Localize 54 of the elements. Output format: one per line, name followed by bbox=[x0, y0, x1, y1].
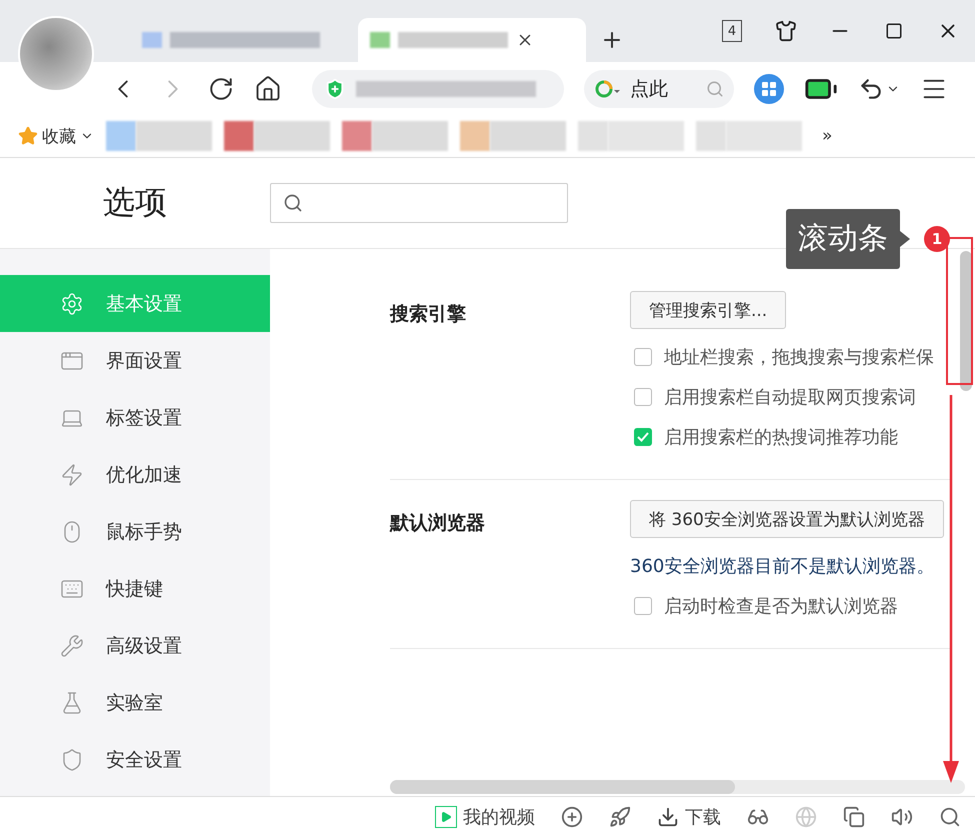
checkbox[interactable] bbox=[634, 388, 652, 406]
section-title: 默认浏览器 bbox=[390, 511, 486, 536]
sidebar-item[interactable]: 高级设置 bbox=[0, 617, 270, 674]
section-title: 搜索引擎 bbox=[390, 302, 467, 327]
step-badge: 1 bbox=[924, 226, 950, 252]
checkbox[interactable] bbox=[634, 597, 652, 615]
home-icon[interactable] bbox=[254, 74, 282, 102]
sidebar-item[interactable]: 实验室 bbox=[0, 674, 270, 731]
star-icon bbox=[18, 126, 38, 146]
section-button[interactable]: 管理搜索引擎... bbox=[630, 291, 786, 329]
lightning-icon bbox=[60, 462, 84, 486]
checkbox-label: 启用搜索栏自动提取网页搜索词 bbox=[664, 386, 916, 409]
speaker-icon[interactable] bbox=[891, 806, 913, 828]
search-field[interactable] bbox=[270, 183, 568, 223]
checkbox-label: 地址栏搜索，拖拽搜索与搜索栏保 bbox=[664, 346, 934, 369]
annotation-label: 滚动条 bbox=[786, 209, 900, 269]
search-box[interactable]: 点此 bbox=[584, 70, 734, 108]
checkbox-label: 启动时检查是否为默认浏览器 bbox=[664, 595, 898, 618]
options-title: 选项 bbox=[102, 182, 168, 223]
checkbox[interactable] bbox=[634, 428, 652, 446]
sidebar-item[interactable]: 快捷键 bbox=[0, 560, 270, 617]
checkbox[interactable] bbox=[634, 348, 652, 366]
maximize-icon[interactable] bbox=[885, 22, 903, 40]
reload-icon[interactable] bbox=[208, 76, 234, 102]
gear-icon bbox=[60, 292, 84, 316]
horizontal-scrollbar[interactable] bbox=[390, 780, 965, 794]
bookmark[interactable] bbox=[342, 121, 448, 151]
more-bookmarks[interactable]: » bbox=[822, 126, 832, 146]
windows-icon[interactable] bbox=[843, 806, 865, 828]
wrench-icon bbox=[60, 634, 84, 658]
download-button[interactable]: 下载 bbox=[657, 805, 721, 829]
apps-icon[interactable] bbox=[754, 74, 784, 104]
my-videos-button[interactable]: 我的视频 bbox=[435, 805, 535, 829]
bookmarks-label[interactable]: 收藏 bbox=[42, 124, 76, 148]
status-note: 360安全浏览器目前不是默认浏览器。 bbox=[630, 555, 936, 578]
sidebar-item[interactable]: 界面设置 bbox=[0, 332, 270, 389]
tooltip-pointer-icon bbox=[900, 231, 910, 247]
sidebar-item[interactable]: 优化加速 bbox=[0, 446, 270, 503]
scrollbar-thumb[interactable] bbox=[960, 251, 972, 391]
shirt-icon[interactable] bbox=[775, 20, 797, 42]
tab-count[interactable]: 4 bbox=[722, 20, 742, 42]
search-icon[interactable] bbox=[939, 806, 961, 828]
checkbox-label: 启用搜索栏的热搜词推荐功能 bbox=[664, 426, 898, 449]
add-icon[interactable] bbox=[561, 806, 583, 828]
download-icon bbox=[657, 806, 679, 828]
sidebar-item[interactable]: 安全设置 bbox=[0, 731, 270, 788]
rocket-icon[interactable] bbox=[609, 806, 631, 828]
sidebar-item[interactable]: 标签设置 bbox=[0, 389, 270, 446]
section-button[interactable]: 将 360安全浏览器设置为默认浏览器 bbox=[630, 500, 944, 538]
search-icon bbox=[283, 193, 303, 213]
bookmark[interactable] bbox=[224, 121, 330, 151]
sidebar-item[interactable]: 鼠标手势 bbox=[0, 503, 270, 560]
bookmarks-menu[interactable]: 收藏 bbox=[18, 124, 94, 148]
play-icon bbox=[435, 806, 457, 828]
